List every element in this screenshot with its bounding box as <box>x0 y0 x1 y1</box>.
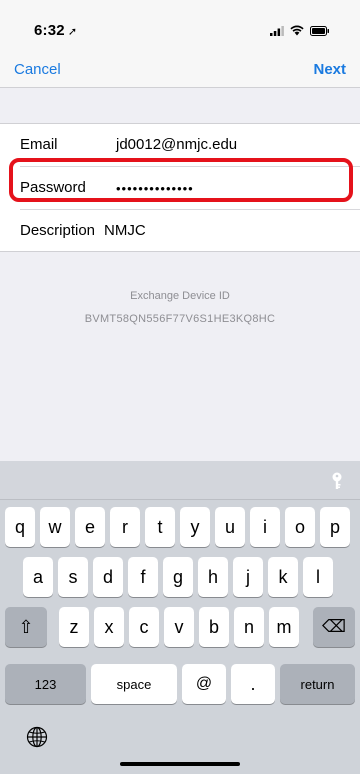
return-key-label: return <box>300 676 335 692</box>
delete-key[interactable]: ⌫ <box>313 607 355 647</box>
status-time-text: 6:32 <box>34 22 65 39</box>
space-key-label: space <box>116 676 152 692</box>
key-v[interactable]: v <box>164 607 194 647</box>
key-k[interactable]: k <box>268 557 298 597</box>
email-label: Email <box>20 136 58 153</box>
key-l[interactable]: l <box>303 557 333 597</box>
space-key[interactable]: space <box>91 664 177 704</box>
dot-key[interactable]: . <box>231 664 275 704</box>
delete-icon: ⌫ <box>321 617 347 636</box>
key-w[interactable]: w <box>40 507 70 547</box>
key-d[interactable]: d <box>93 557 123 597</box>
password-highlight-box <box>9 158 353 202</box>
key-t[interactable]: t <box>145 507 175 547</box>
key-p[interactable]: p <box>320 507 350 547</box>
key-j[interactable]: j <box>233 557 263 597</box>
wifi-icon <box>290 25 304 36</box>
key-q[interactable]: q <box>5 507 35 547</box>
key-g[interactable]: g <box>163 557 193 597</box>
key-f[interactable]: f <box>128 557 158 597</box>
status-time: 6:32 ➚ <box>34 22 77 39</box>
shift-key[interactable]: ⇧ <box>5 607 47 647</box>
globe-icon[interactable] <box>26 726 48 748</box>
key-e[interactable]: e <box>75 507 105 547</box>
key-icon[interactable] <box>332 472 342 490</box>
next-button[interactable]: Next <box>313 61 346 78</box>
device-id-title: Exchange Device ID <box>130 290 230 302</box>
key-u[interactable]: u <box>215 507 245 547</box>
signal-icon <box>270 26 284 36</box>
device-id-value: BVMT58QN556F77V6S1HE3KQ8HC <box>84 313 276 325</box>
return-key[interactable]: return <box>280 664 355 704</box>
key-h[interactable]: h <box>198 557 228 597</box>
key-y[interactable]: y <box>180 507 210 547</box>
battery-icon <box>310 26 329 36</box>
status-bar: 6:32 ➚ <box>0 0 360 40</box>
dot-key-label: . <box>250 673 256 694</box>
key-m[interactable]: m <box>269 607 299 647</box>
at-key[interactable]: @ <box>182 664 226 704</box>
key-x[interactable]: x <box>94 607 124 647</box>
location-icon: ➚ <box>67 26 78 38</box>
description-field[interactable]: NMJC <box>104 222 334 239</box>
key-b[interactable]: b <box>199 607 229 647</box>
description-label: Description <box>20 222 96 239</box>
key-i[interactable]: i <box>250 507 280 547</box>
key-s[interactable]: s <box>58 557 88 597</box>
keyboard: qwertyuiop asdfghjkl ⇧ zxcvbnm ⌫ 123 spa… <box>0 461 360 774</box>
nav-bar: Cancel Next <box>0 40 360 88</box>
home-indicator <box>120 762 240 766</box>
email-field[interactable]: jd0012@nmjc.edu <box>116 136 346 153</box>
numbers-key[interactable]: 123 <box>5 664 86 704</box>
description-row[interactable]: Description NMJC <box>0 210 360 253</box>
cancel-button[interactable]: Cancel <box>14 61 61 78</box>
key-z[interactable]: z <box>59 607 89 647</box>
key-c[interactable]: c <box>129 607 159 647</box>
shift-icon: ⇧ <box>18 616 34 637</box>
numbers-key-label: 123 <box>34 676 57 692</box>
key-n[interactable]: n <box>234 607 264 647</box>
key-a[interactable]: a <box>23 557 53 597</box>
status-icons <box>270 25 330 36</box>
key-o[interactable]: o <box>285 507 315 547</box>
keyboard-toolbar <box>0 461 360 500</box>
key-r[interactable]: r <box>110 507 140 547</box>
at-key-label: @ <box>195 675 213 692</box>
